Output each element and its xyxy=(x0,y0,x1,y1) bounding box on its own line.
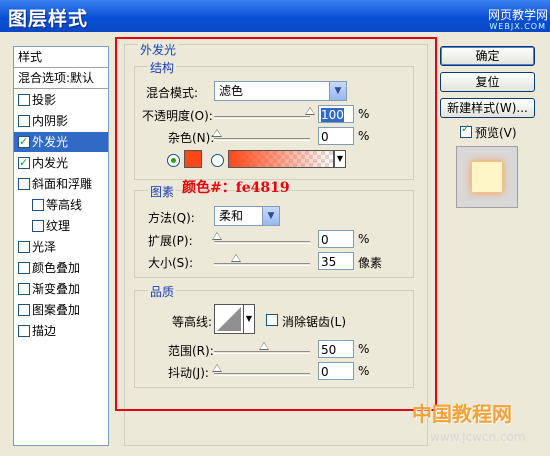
sidebar-item-label: 等高线 xyxy=(46,198,83,212)
contour-checkbox[interactable] xyxy=(32,198,44,211)
ok-button[interactable]: 确定 xyxy=(440,46,535,66)
sidebar-item-blending-options[interactable]: 混合选项:默认 xyxy=(14,68,108,89)
preview-thumbnail xyxy=(456,146,518,208)
sidebar-item-label: 斜面和浮雕 xyxy=(32,177,93,191)
footer-watermark: 中国教程网 xyxy=(412,402,512,426)
sidebar-item-label: 描边 xyxy=(32,324,57,338)
sidebar-item-label: 渐变叠加 xyxy=(32,282,81,296)
inner-shadow-checkbox[interactable] xyxy=(18,114,30,127)
watermark-url: WEBJX.COM xyxy=(489,22,546,31)
highlight-box xyxy=(115,37,437,411)
sidebar-item-color-overlay[interactable]: 颜色叠加 xyxy=(14,258,112,278)
sidebar-item-label: 内发光 xyxy=(32,156,69,170)
sidebar-item-satin[interactable]: 光泽 xyxy=(14,237,112,257)
preview-sample xyxy=(471,161,503,193)
sidebar-item-texture[interactable]: 纹理 xyxy=(14,216,126,236)
stroke-checkbox[interactable] xyxy=(18,324,30,337)
footer-url: www.jcwcn.com xyxy=(430,430,526,444)
texture-checkbox[interactable] xyxy=(32,219,44,232)
sidebar-item-label: 光泽 xyxy=(32,240,57,254)
styles-panel-header: 样式 xyxy=(14,47,108,68)
gradient-overlay-checkbox[interactable] xyxy=(18,282,30,295)
satin-checkbox[interactable] xyxy=(18,240,30,253)
sidebar-item-label: 投影 xyxy=(32,93,57,107)
sidebar-item-pattern-overlay[interactable]: 图案叠加 xyxy=(14,300,112,320)
sidebar-item-bevel-emboss[interactable]: 斜面和浮雕 xyxy=(14,174,112,194)
preview-checkbox[interactable] xyxy=(460,122,472,138)
sidebar-item-label: 内阴影 xyxy=(32,114,69,128)
sidebar-item-label: 颜色叠加 xyxy=(32,261,81,275)
sidebar-item-outer-glow[interactable]: 外发光 xyxy=(14,132,108,152)
styles-panel: 样式 混合选项:默认 投影 内阴影 外发光 内发光 斜面和浮雕 等高线 纹理 光… xyxy=(13,46,109,446)
sidebar-item-label: 外发光 xyxy=(32,135,69,149)
bevel-emboss-checkbox[interactable] xyxy=(18,177,30,190)
window-title: 图层样式 xyxy=(8,8,89,30)
sidebar-item-contour[interactable]: 等高线 xyxy=(14,195,126,215)
sidebar-item-gradient-overlay[interactable]: 渐变叠加 xyxy=(14,279,112,299)
reset-button[interactable]: 复位 xyxy=(440,72,535,92)
sidebar-item-inner-shadow[interactable]: 内阴影 xyxy=(14,111,112,131)
sidebar-item-drop-shadow[interactable]: 投影 xyxy=(14,90,112,110)
drop-shadow-checkbox[interactable] xyxy=(18,93,30,106)
layer-style-dialog: 图层样式 网页教学网 WEBJX.COM 样式 混合选项:默认 投影 内阴影 外… xyxy=(0,0,550,456)
new-style-button[interactable]: 新建样式(W)... xyxy=(440,98,535,118)
sidebar-item-label: 图案叠加 xyxy=(32,303,81,317)
preview-label: 预览(V) xyxy=(475,126,517,140)
title-bar: 图层样式 网页教学网 WEBJX.COM xyxy=(0,0,550,32)
pattern-overlay-checkbox[interactable] xyxy=(18,303,30,316)
watermark-top: 网页教学网 xyxy=(487,8,548,22)
sidebar-item-stroke[interactable]: 描边 xyxy=(14,321,112,341)
color-overlay-checkbox[interactable] xyxy=(18,261,30,274)
sidebar-item-inner-glow[interactable]: 内发光 xyxy=(14,153,112,173)
inner-glow-checkbox[interactable] xyxy=(18,153,30,173)
sidebar-item-label: 纹理 xyxy=(46,219,71,233)
outer-glow-checkbox[interactable] xyxy=(18,132,30,152)
